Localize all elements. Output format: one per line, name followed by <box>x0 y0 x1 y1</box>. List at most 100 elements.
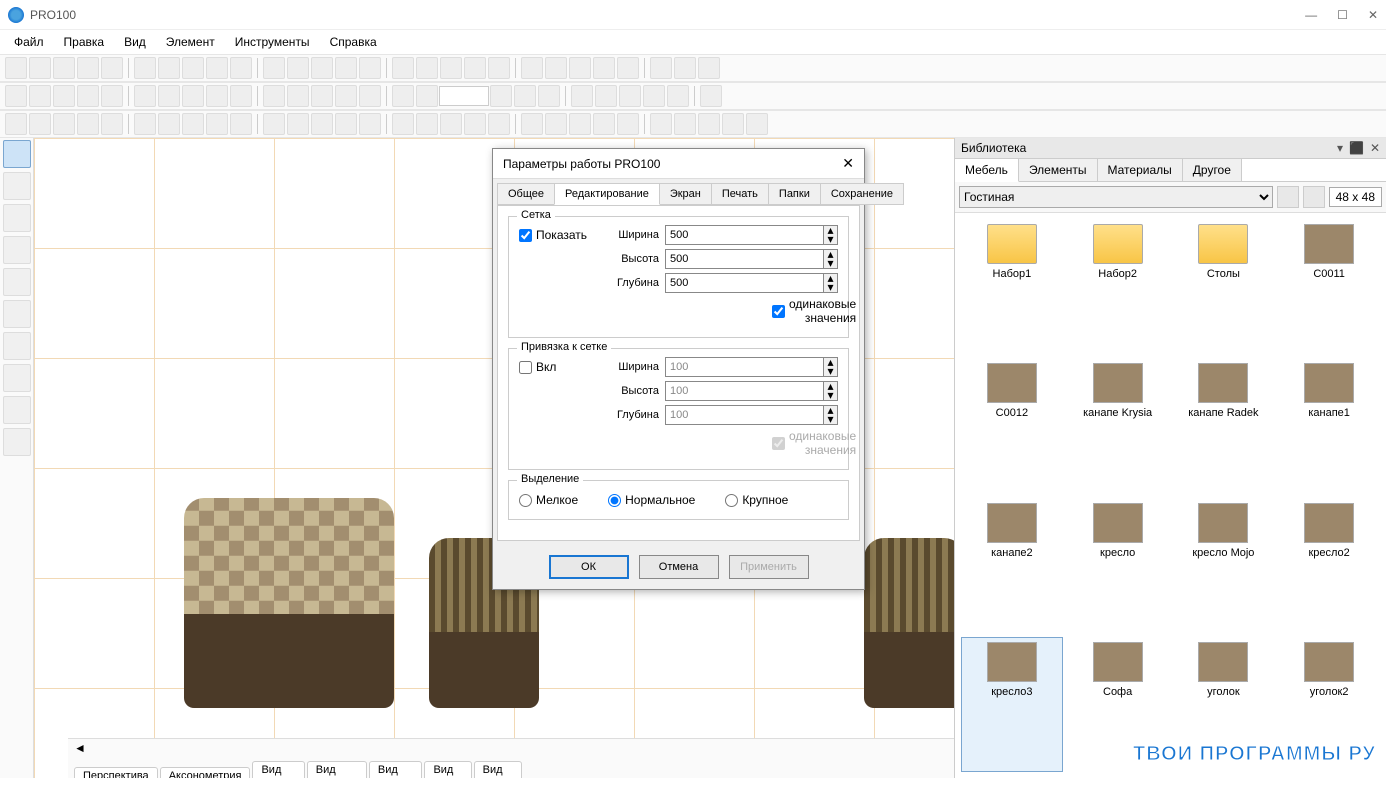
toolbar-button[interactable] <box>619 85 641 107</box>
selection-large-radio[interactable]: Крупное <box>725 493 788 507</box>
grid-width-input[interactable] <box>665 225 824 245</box>
dialog-close-icon[interactable]: ✕ <box>842 155 854 172</box>
toolbar-button[interactable] <box>359 57 381 79</box>
toolbar-button[interactable] <box>746 113 768 135</box>
tool-10[interactable] <box>3 428 31 456</box>
lib-tab-elements[interactable]: Элементы <box>1019 159 1098 181</box>
toolbar-button[interactable] <box>5 113 27 135</box>
toolbar-button[interactable] <box>416 85 438 107</box>
toolbar-button[interactable] <box>440 57 462 79</box>
toolbar-button[interactable] <box>521 57 543 79</box>
toolbar-button[interactable] <box>593 113 615 135</box>
tool-8[interactable] <box>3 364 31 392</box>
toolbar-button[interactable] <box>488 57 510 79</box>
toolbar-button[interactable] <box>134 57 156 79</box>
canvas-object-chair-1[interactable] <box>184 498 394 708</box>
library-folder-select[interactable]: Гостиная <box>959 186 1273 208</box>
spin-icon[interactable]: ▴▾ <box>824 225 838 245</box>
grid-same-checkbox[interactable]: одинаковые значения <box>772 297 832 325</box>
toolbar-button[interactable] <box>134 113 156 135</box>
library-item[interactable]: кресло <box>1067 498 1169 633</box>
toolbar-button[interactable] <box>134 85 156 107</box>
toolbar-button[interactable] <box>311 113 333 135</box>
view-tab-axon[interactable]: Аксонометрия <box>160 767 251 779</box>
view-tab-perspective[interactable]: Перспектива <box>74 767 158 779</box>
lib-tab-other[interactable]: Другое <box>1183 159 1242 181</box>
toolbar-button[interactable] <box>514 85 536 107</box>
toolbar-button[interactable] <box>359 85 381 107</box>
tool-6[interactable] <box>3 300 31 328</box>
zoom-input[interactable] <box>439 86 489 106</box>
menu-element[interactable]: Элемент <box>158 33 223 51</box>
toolbar-button[interactable] <box>29 85 51 107</box>
toolbar-button[interactable] <box>617 113 639 135</box>
toolbar-button[interactable] <box>311 85 333 107</box>
selection-normal-radio[interactable]: Нормальное <box>608 493 695 507</box>
library-item[interactable]: C0011 <box>1278 219 1380 354</box>
tool-select[interactable] <box>3 140 31 168</box>
toolbar-button[interactable] <box>77 57 99 79</box>
toolbar-button[interactable] <box>182 57 204 79</box>
toolbar-button[interactable] <box>206 113 228 135</box>
view-tab-left[interactable]: Вид слева <box>474 761 522 779</box>
toolbar-button[interactable] <box>101 113 123 135</box>
toolbar-button[interactable] <box>77 85 99 107</box>
toolbar-button[interactable] <box>182 85 204 107</box>
toolbar-button[interactable] <box>230 113 252 135</box>
toolbar-button[interactable] <box>230 85 252 107</box>
snap-height-input[interactable] <box>665 381 824 401</box>
toolbar-button[interactable] <box>700 85 722 107</box>
toolbar-button[interactable] <box>287 113 309 135</box>
toolbar-button[interactable] <box>182 113 204 135</box>
toolbar-button[interactable] <box>263 113 285 135</box>
view-tab-top[interactable]: Вид сверху <box>252 761 304 779</box>
menu-view[interactable]: Вид <box>116 33 154 51</box>
lib-up-icon[interactable] <box>1277 186 1299 208</box>
toolbar-button[interactable] <box>416 57 438 79</box>
toolbar-button[interactable] <box>650 57 672 79</box>
ok-button[interactable]: ОК <box>549 555 629 579</box>
tool-5[interactable] <box>3 268 31 296</box>
library-item[interactable]: кресло3 <box>961 637 1063 772</box>
tool-7[interactable] <box>3 332 31 360</box>
toolbar-button[interactable] <box>667 85 689 107</box>
lib-view-icon[interactable] <box>1303 186 1325 208</box>
library-item[interactable]: кресло2 <box>1278 498 1380 633</box>
toolbar-button[interactable] <box>53 85 75 107</box>
toolbar-button[interactable] <box>392 57 414 79</box>
toolbar-button[interactable] <box>545 113 567 135</box>
toolbar-button[interactable] <box>593 57 615 79</box>
spin-icon[interactable]: ▴▾ <box>824 273 838 293</box>
tool-3[interactable] <box>3 204 31 232</box>
toolbar-button[interactable] <box>29 57 51 79</box>
tool-4[interactable] <box>3 236 31 264</box>
toolbar-button[interactable] <box>698 57 720 79</box>
toolbar-button[interactable] <box>464 57 486 79</box>
toolbar-button[interactable] <box>538 85 560 107</box>
toolbar-button[interactable] <box>674 57 696 79</box>
toolbar-button[interactable] <box>158 57 180 79</box>
grid-depth-input[interactable] <box>665 273 824 293</box>
spin-icon[interactable]: ▴▾ <box>824 249 838 269</box>
selection-small-radio[interactable]: Мелкое <box>519 493 578 507</box>
tool-2[interactable] <box>3 172 31 200</box>
snap-on-checkbox[interactable]: Вкл <box>519 360 579 374</box>
toolbar-button[interactable] <box>53 113 75 135</box>
view-tab-back[interactable]: Вид сзади <box>424 761 471 779</box>
toolbar-button[interactable] <box>29 113 51 135</box>
view-tab-front[interactable]: Вид спереди <box>307 761 367 779</box>
toolbar-button[interactable] <box>698 113 720 135</box>
toolbar-button[interactable] <box>158 85 180 107</box>
library-item[interactable]: Набор1 <box>961 219 1063 354</box>
toolbar-button[interactable] <box>595 85 617 107</box>
canvas-object-chair-3[interactable] <box>864 538 954 708</box>
spin-icon[interactable]: ▴▾ <box>824 405 838 425</box>
toolbar-button[interactable] <box>101 85 123 107</box>
toolbar-button[interactable] <box>287 85 309 107</box>
toolbar-button[interactable] <box>569 57 591 79</box>
lib-tab-materials[interactable]: Материалы <box>1098 159 1183 181</box>
menu-edit[interactable]: Правка <box>56 33 113 51</box>
toolbar-button[interactable] <box>545 57 567 79</box>
toolbar-button[interactable] <box>206 85 228 107</box>
toolbar-button[interactable] <box>464 113 486 135</box>
